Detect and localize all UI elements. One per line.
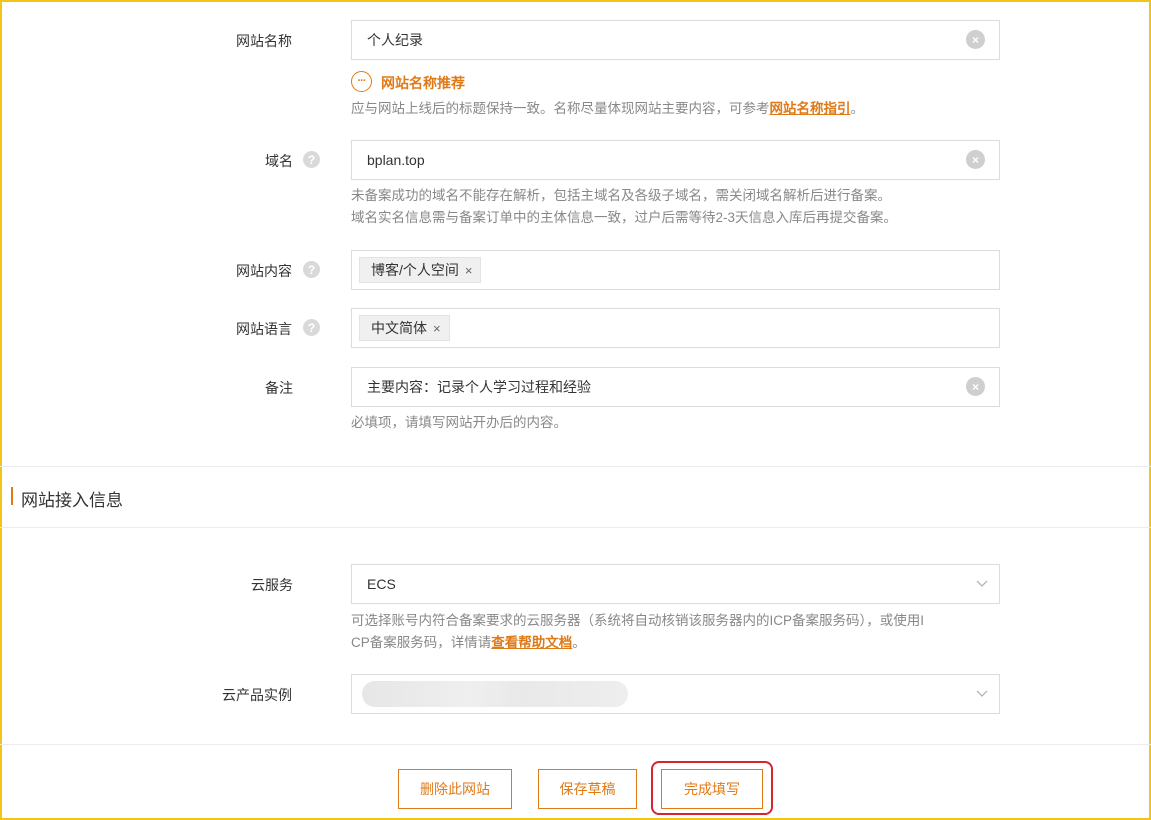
cloud-service-value: ECS (367, 576, 396, 592)
delete-site-button[interactable]: 删除此网站 (398, 769, 512, 809)
site-content-tag: 博客/个人空间 × (359, 257, 482, 283)
help-icon[interactable]: ? (303, 261, 320, 278)
site-name-label: 网站名称 (236, 33, 292, 49)
remark-hint: 必填项，请填写网站开办后的内容。 (351, 415, 567, 430)
cloud-service-hint-line2: CP备案服务码，详情请查看帮助文档。 (351, 632, 586, 654)
cloud-service-hint-line1: 可选择账号内符合备案要求的云服务器（系统将自动核销该服务器内的ICP备案服务码）… (351, 613, 925, 628)
remark-input[interactable]: 主要内容：记录个人学习过程和经验 × (351, 367, 1000, 407)
chevron-down-icon (976, 690, 988, 697)
site-name-guide-link[interactable]: 网站名称指引 (770, 101, 851, 116)
clear-icon[interactable]: × (966, 30, 985, 49)
instance-select[interactable] (351, 674, 1000, 714)
more-dots-icon: ··· (351, 71, 372, 92)
site-name-hint-text: 应与网站上线后的标题保持一致。名称尽量体现网站主要内容，可参考 (351, 101, 770, 116)
domain-value: bplan.top (367, 152, 425, 168)
section-divider (0, 527, 1151, 528)
section-divider (0, 466, 1151, 467)
instance-label: 云产品实例 (222, 687, 292, 703)
remark-value: 主要内容：记录个人学习过程和经验 (367, 379, 591, 395)
site-language-select[interactable]: 中文简体 × (351, 308, 1000, 348)
save-draft-button[interactable]: 保存草稿 (538, 769, 637, 809)
cloud-service-hint-end: 。 (572, 635, 586, 650)
site-name-input[interactable]: 个人纪录 × (351, 20, 1000, 60)
remark-label: 备注 (265, 380, 293, 396)
site-content-select[interactable]: 博客/个人空间 × (351, 250, 1000, 290)
footer-divider (0, 744, 1151, 745)
section-title: 网站接入信息 (21, 491, 123, 510)
cloud-service-hint-text: CP备案服务码，详情请 (351, 635, 492, 650)
help-icon[interactable]: ? (303, 151, 320, 168)
instance-value-redacted (362, 681, 628, 707)
domain-hint-line2: 域名实名信息需与备案订单中的主体信息一致，过户后需等待2-3天信息入库后再提交备… (351, 210, 898, 225)
clear-icon[interactable]: × (966, 377, 985, 396)
cloud-service-select[interactable]: ECS (351, 564, 1000, 604)
help-doc-link[interactable]: 查看帮助文档 (491, 635, 572, 650)
clear-icon[interactable]: × (966, 150, 985, 169)
site-name-suggest-link[interactable]: 网站名称推荐 (381, 73, 465, 93)
site-name-hint-end: 。 (850, 101, 865, 116)
domain-input[interactable]: bplan.top × (351, 140, 1000, 180)
site-language-label: 网站语言 (236, 321, 292, 337)
domain-label: 域名 (265, 153, 293, 169)
domain-hint-line1: 未备案成功的域名不能存在解析，包括主域名及各级子域名，需关闭域名解析后进行备案。 (351, 188, 891, 203)
tag-label: 中文简体 (371, 320, 427, 336)
tag-label: 博客/个人空间 (371, 262, 459, 278)
site-name-value: 个人纪录 (367, 32, 423, 48)
site-name-hint: 应与网站上线后的标题保持一致。名称尽量体现网站主要内容，可参考网站名称指引。 (351, 98, 864, 120)
tag-remove-icon[interactable]: × (465, 263, 473, 278)
site-language-tag: 中文简体 × (359, 315, 450, 341)
site-content-label: 网站内容 (236, 263, 292, 279)
complete-button[interactable]: 完成填写 (661, 769, 763, 809)
chevron-down-icon (976, 580, 988, 587)
tag-remove-icon[interactable]: × (433, 321, 441, 336)
section-accent-bar (11, 487, 13, 505)
help-icon[interactable]: ? (303, 319, 320, 336)
cloud-service-label: 云服务 (251, 577, 293, 593)
